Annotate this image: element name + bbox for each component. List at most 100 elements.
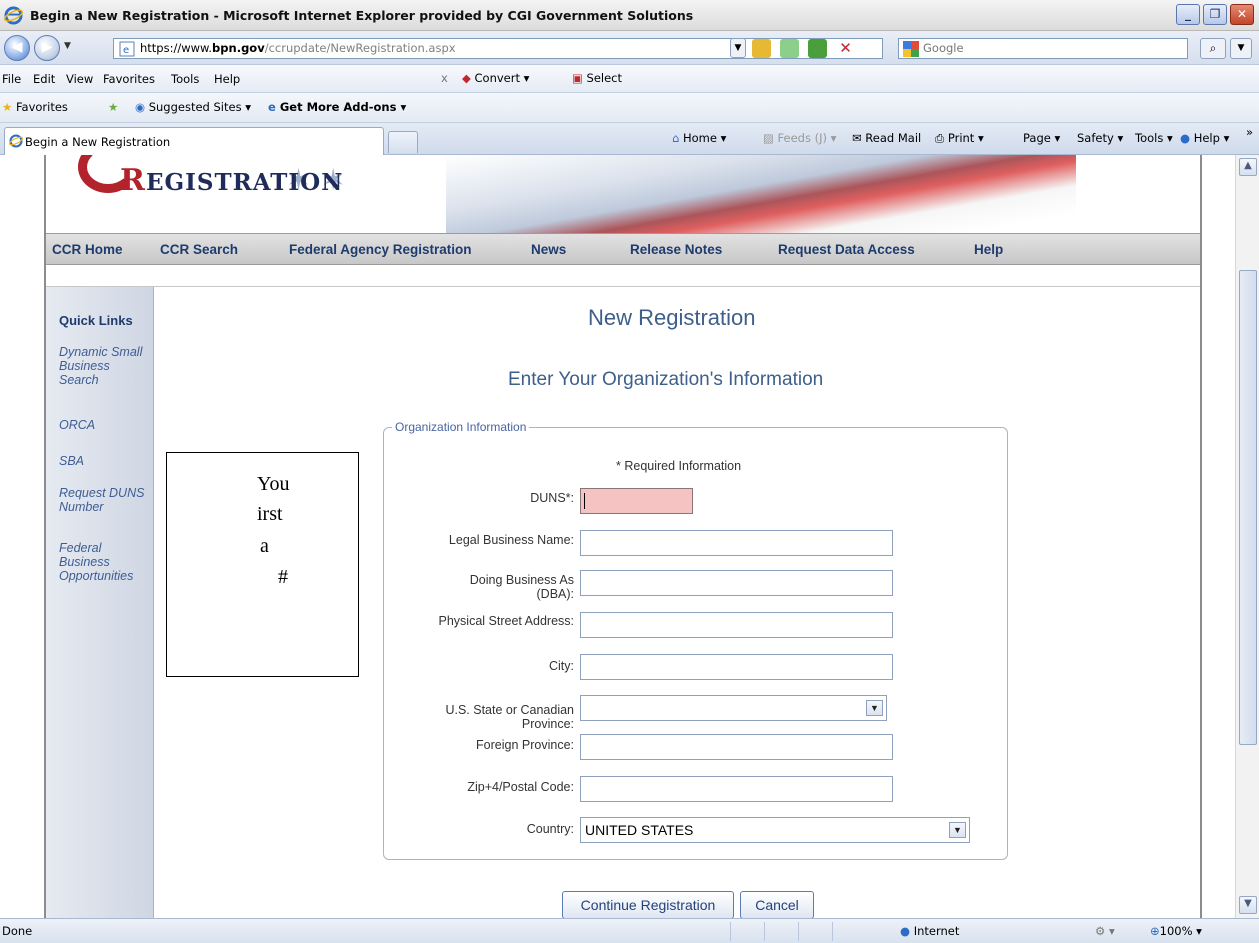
annotation-line-2: irst [257, 503, 283, 525]
menu-favorites[interactable]: Favorites [103, 72, 155, 86]
home-button[interactable]: ⌂ Home ▾ [672, 131, 726, 145]
maximize-button[interactable]: ❐ [1203, 4, 1227, 25]
protected-mode-icon[interactable]: ⚙ ▾ [1095, 924, 1115, 938]
print-button[interactable]: ⎙ Print ▾ [935, 131, 984, 146]
history-dropdown-icon[interactable]: ▼ [64, 41, 71, 51]
more-commands-icon[interactable]: » [1246, 125, 1253, 139]
duns-label: DUNS*: [530, 491, 574, 505]
help-menu[interactable]: ● Help ▾ [1180, 131, 1229, 145]
compatibility-icon[interactable] [780, 39, 799, 58]
menu-bar: File Edit View Favorites Tools Help x ◆ … [0, 65, 1259, 93]
continue-registration-button[interactable]: Continue Registration [562, 891, 734, 919]
browser-window: Begin a New Registration - Microsoft Int… [0, 0, 1259, 943]
legal-name-field[interactable] [580, 530, 893, 556]
favorites-button[interactable]: ★ Favorites [2, 100, 68, 114]
close-button[interactable]: ✕ [1230, 4, 1254, 25]
refresh-icon[interactable] [808, 39, 827, 58]
foreign-province-label: Foreign Province: [476, 738, 574, 752]
state-label: U.S. State or Canadian Province: [445, 703, 574, 731]
tab-current[interactable]: Begin a New Registration [4, 127, 384, 155]
page-subtitle: Enter Your Organization's Information [508, 369, 824, 390]
suggested-sites-link[interactable]: ◉ Suggested Sites ▾ [135, 100, 251, 114]
chevron-down-icon: ▼ [866, 700, 883, 716]
new-tab-button[interactable] [388, 131, 418, 153]
feeds-button[interactable]: ▨ Feeds (J) ▾ [763, 131, 836, 145]
convert-button[interactable]: ◆ Convert ▾ [462, 71, 529, 85]
minimize-button[interactable]: _ [1176, 4, 1200, 25]
tools-menu[interactable]: Tools ▾ [1135, 131, 1173, 145]
lock-icon[interactable] [752, 39, 771, 58]
annotation-line-4: # [278, 566, 288, 588]
link-federal-business-opportunities[interactable]: Federal Business Opportunities [59, 541, 151, 583]
select-button[interactable]: ▣ Select [572, 71, 622, 85]
security-zone: ● Internet [900, 924, 960, 938]
page-title: New Registration [588, 305, 756, 330]
site-brand: EGISTRATION [145, 169, 344, 196]
link-dynamic-small-business-search[interactable]: Dynamic Small Business Search [59, 345, 151, 387]
link-orca[interactable]: ORCA [59, 418, 151, 432]
scroll-down-icon[interactable]: ▼ [1239, 896, 1257, 914]
menu-help[interactable]: Help [214, 72, 240, 86]
zip-label: Zip+4/Postal Code: [467, 780, 574, 794]
duns-field[interactable] [580, 488, 693, 514]
menu-view[interactable]: View [66, 72, 93, 86]
state-select[interactable]: ▼ [580, 695, 887, 721]
forward-button[interactable]: ▶ [34, 35, 60, 61]
annotation-line-3: a [260, 535, 269, 557]
scrollbar-thumb[interactable] [1239, 270, 1257, 745]
zoom-control[interactable]: ⊕100% ▾ [1150, 924, 1202, 938]
menu-file[interactable]: File [2, 72, 21, 86]
annotation-line-1: You [257, 473, 290, 495]
status-text: Done [2, 924, 33, 938]
status-bar: Done ● Internet ⚙ ▾ ⊕100% ▾ [0, 918, 1259, 943]
nav-ccr-home[interactable]: CCR Home [52, 242, 123, 257]
nav-ccr-search[interactable]: CCR Search [160, 242, 238, 257]
address-bar: ◀ ▶ ▼ e https://www.bpn.gov/ccrupdate/Ne… [0, 31, 1259, 65]
svg-text:e: e [123, 45, 129, 56]
street-field[interactable] [580, 612, 893, 638]
annotation-box: You irst a # [166, 452, 359, 677]
site-nav: CCR Home CCR Search Federal Agency Regis… [46, 233, 1200, 265]
tab-bar: Begin a New Registration [0, 123, 1259, 155]
ie-page-icon [9, 134, 23, 148]
title-bar: Begin a New Registration - Microsoft Int… [0, 0, 1259, 31]
safety-menu[interactable]: Safety ▾ [1077, 131, 1123, 145]
street-label: Physical Street Address: [438, 614, 574, 628]
nav-release-notes[interactable]: Release Notes [630, 242, 722, 257]
chevron-down-icon: ▼ [949, 822, 966, 838]
menu-tools[interactable]: Tools [171, 72, 199, 86]
foreign-province-field[interactable] [580, 734, 893, 760]
nav-news[interactable]: News [531, 242, 566, 257]
back-button[interactable]: ◀ [4, 35, 30, 61]
search-input[interactable]: Google [898, 38, 1188, 59]
nav-help[interactable]: Help [974, 242, 1003, 257]
search-icon[interactable]: ⌕ [1200, 38, 1226, 59]
close-toolbar-icon[interactable]: x [441, 71, 448, 85]
nav-spacer [46, 265, 1200, 287]
page-icon: e [119, 41, 135, 57]
flag-graphic [446, 155, 1076, 233]
city-field[interactable] [580, 654, 893, 680]
country-select[interactable]: UNITED STATES ▼ [580, 817, 970, 843]
stop-icon[interactable]: ✕ [836, 39, 855, 58]
zip-field[interactable] [580, 776, 893, 802]
cancel-button[interactable]: Cancel [740, 891, 814, 919]
read-mail-button[interactable]: ✉ Read Mail [852, 131, 921, 145]
site-banner: ✶ ✶ REGISTRATION [46, 155, 1200, 233]
get-addons-link[interactable]: e Get More Add-ons ▾ [268, 100, 406, 114]
menu-edit[interactable]: Edit [33, 72, 55, 86]
url-dropdown-icon[interactable]: ▼ [730, 38, 746, 58]
fieldset-legend: Organization Information [392, 420, 530, 434]
ie-logo-icon [4, 6, 23, 25]
google-icon [903, 41, 919, 57]
vertical-scrollbar[interactable]: ▲ ▼ [1235, 155, 1259, 918]
scroll-up-icon[interactable]: ▲ [1239, 158, 1257, 176]
dba-field[interactable] [580, 570, 893, 596]
page-menu[interactable]: Page ▾ [1023, 131, 1060, 145]
search-options-icon[interactable]: ▼ [1230, 38, 1252, 59]
link-request-duns[interactable]: Request DUNS Number [59, 486, 151, 514]
nav-request-data-access[interactable]: Request Data Access [778, 242, 915, 257]
link-sba[interactable]: SBA [59, 454, 151, 468]
nav-federal-agency-registration[interactable]: Federal Agency Registration [289, 242, 472, 257]
add-favorite-icon[interactable]: ★ [108, 100, 118, 114]
